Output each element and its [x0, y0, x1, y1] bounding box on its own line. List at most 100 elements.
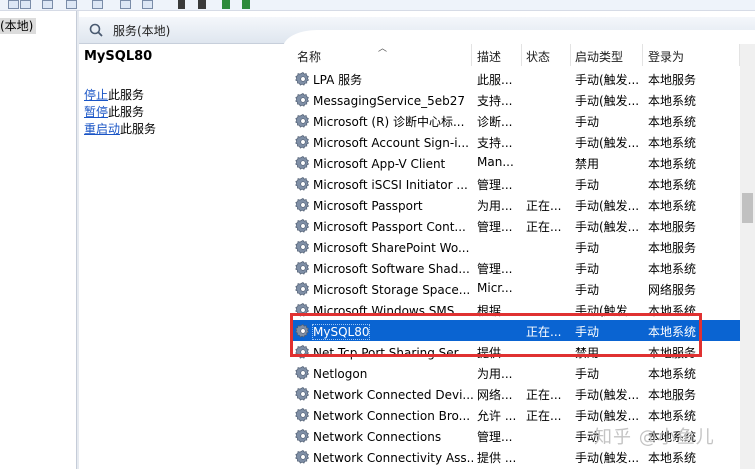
- highlight-box: [290, 313, 702, 357]
- service-log-on-as: 本地服务: [648, 73, 697, 87]
- column-divider[interactable]: [521, 44, 522, 66]
- service-name-cell: Netlogon: [295, 365, 473, 384]
- restart-service-link[interactable]: 重启动: [84, 122, 120, 136]
- service-row[interactable]: Microsoft (R) 诊断中心标... 诊断... 手动 本地系统: [291, 110, 751, 131]
- service-row[interactable]: Network Connected Devi... 网络... 正在... 手动(触发…: [291, 383, 751, 404]
- service-name-cell: MessagingService_5eb27: [295, 92, 473, 111]
- stop-icon[interactable]: [198, 0, 206, 9]
- service-description: 管理...: [477, 178, 513, 192]
- service-log-on-as: 本地服务: [648, 220, 697, 234]
- service-name: Netlogon: [313, 367, 368, 381]
- service-name: Microsoft Passport Cont...: [313, 220, 466, 234]
- service-row[interactable]: Microsoft iSCSI Initiator ... 管理... 手动 本地系统: [291, 173, 751, 194]
- service-gear-icon: [295, 71, 311, 90]
- service-row[interactable]: Network Connectivity Ass... 提供 ... 手动(触发..…: [291, 446, 751, 467]
- service-row[interactable]: Microsoft Storage Space... Micr... 手动 网络服务: [291, 278, 751, 299]
- service-gear-icon: [295, 239, 311, 258]
- column-header-log-on-as[interactable]: 登录为: [648, 48, 684, 65]
- toolbar-button[interactable]: [92, 0, 103, 9]
- action-suffix: 此服务: [120, 122, 157, 136]
- service-gear-icon: [295, 428, 311, 447]
- service-log-on-as: 本地系统: [648, 367, 697, 381]
- restart-icon[interactable]: [242, 0, 250, 9]
- service-description: 此服...: [477, 73, 513, 87]
- service-gear-icon: [295, 386, 311, 405]
- service-gear-icon: [295, 449, 311, 468]
- service-row[interactable]: Microsoft App-V Client Man... 禁用 本地系统: [291, 152, 751, 173]
- service-name: Microsoft Passport: [313, 199, 423, 213]
- service-description: 为用...: [477, 199, 513, 213]
- service-startup-type: 手动(触发...: [575, 388, 640, 402]
- service-name: Microsoft Account Sign-i...: [313, 136, 469, 150]
- service-row[interactable]: Microsoft Passport Cont... 管理... 正在... 手动(触…: [291, 215, 751, 236]
- column-header-name[interactable]: 名称: [297, 48, 321, 65]
- service-log-on-as: 本地系统: [648, 409, 697, 423]
- service-name: Network Connectivity Ass...: [313, 451, 473, 465]
- pause-service-link[interactable]: 暂停: [84, 105, 108, 119]
- service-row[interactable]: Microsoft Account Sign-i... 支持... 手动(触发...…: [291, 131, 751, 152]
- toolbar-button[interactable]: [20, 0, 31, 9]
- toolbar-button[interactable]: [142, 0, 153, 9]
- service-description: 管理...: [477, 220, 513, 234]
- vertical-scrollbar[interactable]: [740, 44, 755, 469]
- scrollbar-thumb[interactable]: [742, 193, 753, 223]
- service-log-on-as: 本地系统: [648, 157, 697, 171]
- service-name: Network Connection Bro...: [313, 409, 471, 423]
- stop-service-link[interactable]: 停止: [84, 88, 108, 102]
- service-name-cell: Microsoft Passport Cont...: [295, 218, 473, 237]
- services-list: 名称 ︿ 描述 状态 启动类型 登录为 LPA 服务 此服... 手动(触发... 本…: [291, 44, 755, 469]
- service-startup-type: 手动: [575, 115, 600, 129]
- service-log-on-as: 本地系统: [648, 199, 697, 213]
- service-gear-icon: [295, 197, 311, 216]
- toolbar-button[interactable]: [120, 0, 131, 9]
- service-startup-type: 手动(触发...: [575, 73, 640, 87]
- service-description: 诊断...: [477, 115, 513, 129]
- service-description: 支持...: [477, 136, 513, 150]
- service-startup-type: 手动(触发...: [575, 199, 640, 213]
- column-divider[interactable]: [570, 44, 571, 66]
- service-row[interactable]: Network Connection Bro... 允许 ... 正在... 手动(触…: [291, 404, 751, 425]
- service-row[interactable]: LPA 服务 此服... 手动(触发... 本地服务: [291, 68, 751, 89]
- column-header-status[interactable]: 状态: [526, 48, 550, 65]
- column-header-description[interactable]: 描述: [477, 48, 501, 65]
- service-log-on-as: 网络服务: [648, 283, 697, 297]
- service-startup-type: 手动: [575, 262, 600, 276]
- column-divider[interactable]: [471, 44, 472, 66]
- tree-item-services-local[interactable]: (本地): [0, 18, 37, 34]
- toolbar-button[interactable]: [42, 0, 53, 9]
- service-gear-icon: [295, 134, 311, 153]
- service-description: 管理...: [477, 430, 513, 444]
- service-startup-type: 手动: [575, 241, 600, 255]
- service-row[interactable]: MessagingService_5eb27 支持... 手动(触发... 本地系统: [291, 89, 751, 110]
- service-log-on-as: 本地系统: [648, 94, 697, 108]
- toolbar-button[interactable]: [8, 0, 19, 9]
- service-gear-icon: [295, 281, 311, 300]
- column-divider[interactable]: [642, 44, 643, 66]
- toolbar-button[interactable]: [66, 0, 77, 9]
- service-startup-type: 手动(触发...: [575, 94, 640, 108]
- service-log-on-as: 本地系统: [648, 136, 697, 150]
- column-header-startup-type[interactable]: 启动类型: [575, 48, 623, 65]
- stop-action: 停止此服务: [84, 87, 144, 103]
- service-gear-icon: [295, 92, 311, 111]
- service-row[interactable]: Microsoft Software Shad... 管理... 手动 本地系统: [291, 257, 751, 278]
- play-icon[interactable]: [178, 0, 185, 9]
- service-description: 支持...: [477, 94, 513, 108]
- pause-action: 暂停此服务: [84, 104, 144, 120]
- pause-icon[interactable]: [222, 0, 230, 9]
- service-name-cell: Microsoft (R) 诊断中心标...: [295, 113, 473, 132]
- service-details-pane: MySQL80 停止此服务 暂停此服务 重启动此服务: [79, 44, 283, 469]
- service-description: Man...: [477, 155, 514, 169]
- service-startup-type: 手动(触发...: [575, 136, 640, 150]
- service-status: 正在...: [526, 199, 562, 213]
- service-row[interactable]: Netlogon 为用... 手动 本地系统: [291, 362, 751, 383]
- header-title: 服务(本地): [113, 24, 171, 38]
- service-row[interactable]: Microsoft Passport 为用... 正在... 手动(触发... 本地系统: [291, 194, 751, 215]
- service-row[interactable]: Microsoft SharePoint Wo... 手动 本地服务: [291, 236, 751, 257]
- service-description: 提供 ...: [477, 451, 517, 465]
- service-description: 允许 ...: [477, 409, 517, 423]
- service-name: Microsoft iSCSI Initiator ...: [313, 178, 468, 192]
- service-name-cell: Microsoft Account Sign-i...: [295, 134, 473, 153]
- service-gear-icon: [295, 113, 311, 132]
- service-startup-type: 手动(触发...: [575, 409, 640, 423]
